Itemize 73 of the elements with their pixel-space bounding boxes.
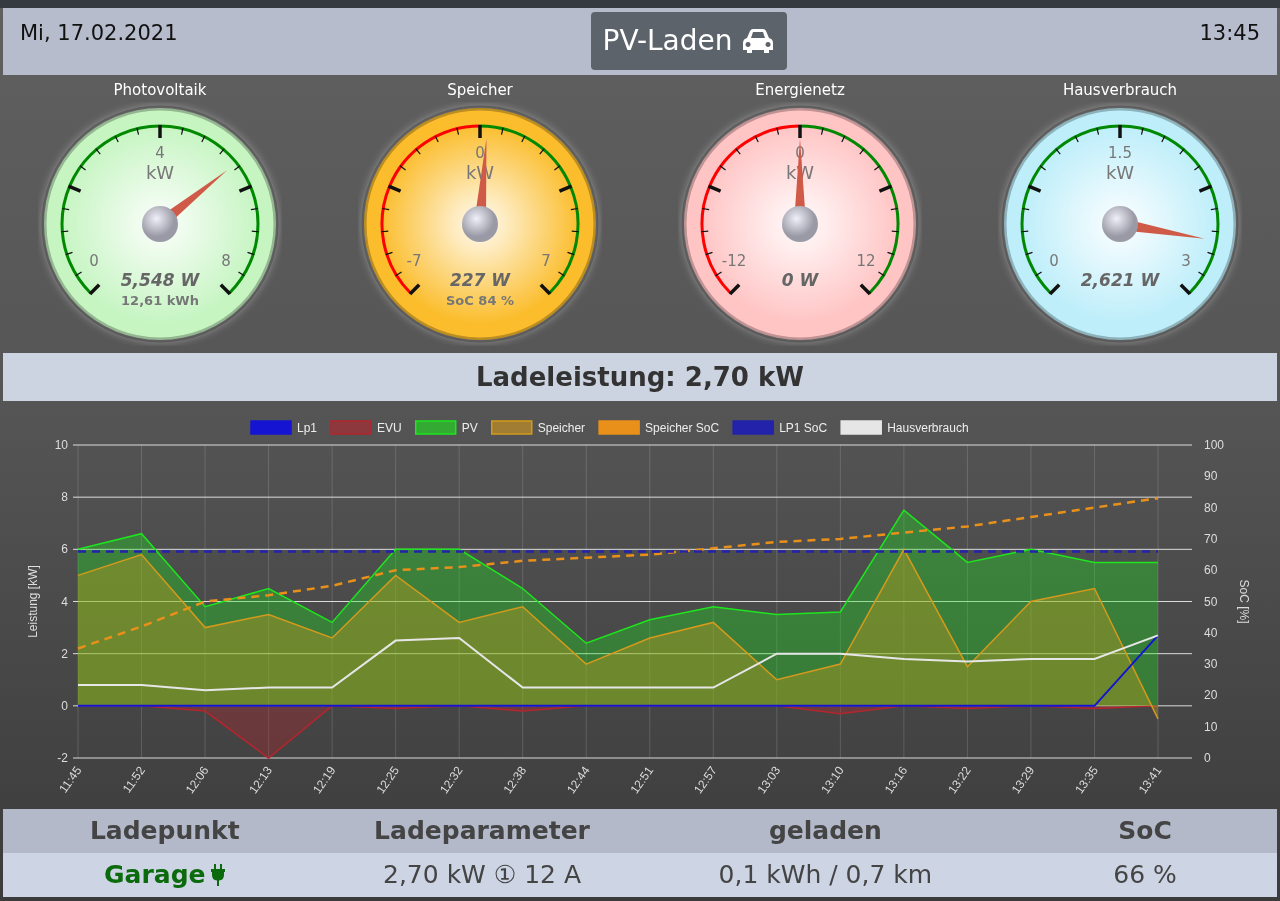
axis-tick-label: 80 (1204, 500, 1218, 515)
gauge-value: 5,548 W (120, 269, 200, 290)
axis-tick-label: 20 (1204, 688, 1218, 703)
mode-button[interactable]: PV-Laden (590, 12, 787, 70)
axis-tick-label: 100 (1204, 438, 1225, 452)
axis-tick-label: 8 (61, 490, 68, 505)
axis-tick-label: 4 (61, 594, 68, 609)
time-text: 13:45 (1199, 20, 1260, 47)
axis-title: SoC [%] (1237, 579, 1251, 624)
legend-swatch[interactable] (330, 420, 372, 435)
axis-tick-label: 2 (61, 646, 68, 661)
table-cell-text: 2,70 kW ① 12 A (382, 859, 582, 892)
scale-label: 4 (155, 143, 165, 162)
legend-swatch[interactable] (598, 420, 640, 435)
unit-label: kW (1105, 161, 1135, 183)
needle-hub (1102, 205, 1138, 242)
axis-tick-label: 70 (1204, 531, 1218, 546)
axis-tick-label: 0 (61, 698, 68, 713)
gauge-value: 0 W (781, 269, 819, 290)
scale-label: -7 (406, 251, 422, 270)
axis-tick-label: 10 (54, 438, 68, 452)
scale-label: 0 (89, 251, 99, 270)
gauge-subtext: SoC 84 % (446, 292, 514, 308)
legend-swatch[interactable] (491, 420, 533, 435)
scale-label: 7 (541, 251, 551, 270)
axis-tick-label: 50 (1204, 594, 1218, 609)
gauge-title: Hausverbrauch (1062, 80, 1178, 101)
column-header: Ladeparameter (373, 815, 591, 848)
scale-label: 8 (221, 251, 231, 270)
legend-label: Speicher (537, 421, 586, 435)
legend-swatch[interactable] (732, 420, 774, 435)
table-cell-text: 66 % (1112, 859, 1178, 892)
plug-icon (209, 864, 226, 886)
axis-tick-label: 0 (1204, 751, 1211, 765)
scale-label: 0 (475, 143, 485, 162)
gauge-value: 2,621 W (1080, 269, 1160, 290)
axis-tick-label: 90 (1204, 469, 1218, 484)
gauge-value: 227 W (449, 269, 511, 290)
scale-label: 12 (856, 251, 876, 270)
table-cell-text: 0,1 kWh / 0,7 km (717, 859, 934, 892)
axis-tick-label: 6 (61, 542, 68, 557)
needle-hub (142, 205, 178, 242)
charging-power-text: Ladeleistung: 2,70 kW (3, 353, 1277, 401)
axis-title: Leistung [kW] (26, 565, 40, 638)
gauge-title: Energienetz (755, 80, 845, 101)
needle-hub (782, 205, 818, 242)
axis-tick-label: 60 (1204, 563, 1218, 578)
legend-label: Hausverbrauch (887, 421, 969, 435)
legend-label: LP1 SoC (779, 421, 828, 435)
scale-label: 3 (1181, 251, 1191, 270)
legend-label: Lp1 (297, 421, 318, 435)
chargepoint-name[interactable]: Garage (104, 856, 206, 894)
needle-hub (462, 205, 498, 242)
gauge-title: Photovoltaik (113, 80, 207, 101)
legend-label: PV (461, 421, 478, 435)
legend-label: Speicher SoC (645, 421, 720, 435)
date-text: Mi, 17.02.2021 (20, 20, 178, 47)
scale-label: 0 (1049, 251, 1059, 270)
gauge-subtext: 12,61 kWh (121, 292, 199, 308)
legend-label: EVU (377, 421, 402, 435)
car-icon (740, 28, 775, 54)
axis-tick-label: 30 (1204, 657, 1218, 672)
axis-tick-label: 40 (1204, 625, 1218, 640)
axis-tick-label: 10 (1204, 719, 1218, 734)
scale-label: -12 (721, 251, 747, 270)
column-header: SoC (1117, 815, 1173, 848)
column-header: Ladepunkt (88, 815, 241, 848)
axis-tick-label: -2 (57, 751, 68, 765)
legend-swatch[interactable] (250, 420, 292, 435)
column-header: geladen (767, 815, 883, 848)
unit-label: kW (145, 161, 175, 183)
scale-label: 1.5 (1108, 143, 1132, 162)
gauge-title: Speicher (447, 80, 513, 101)
